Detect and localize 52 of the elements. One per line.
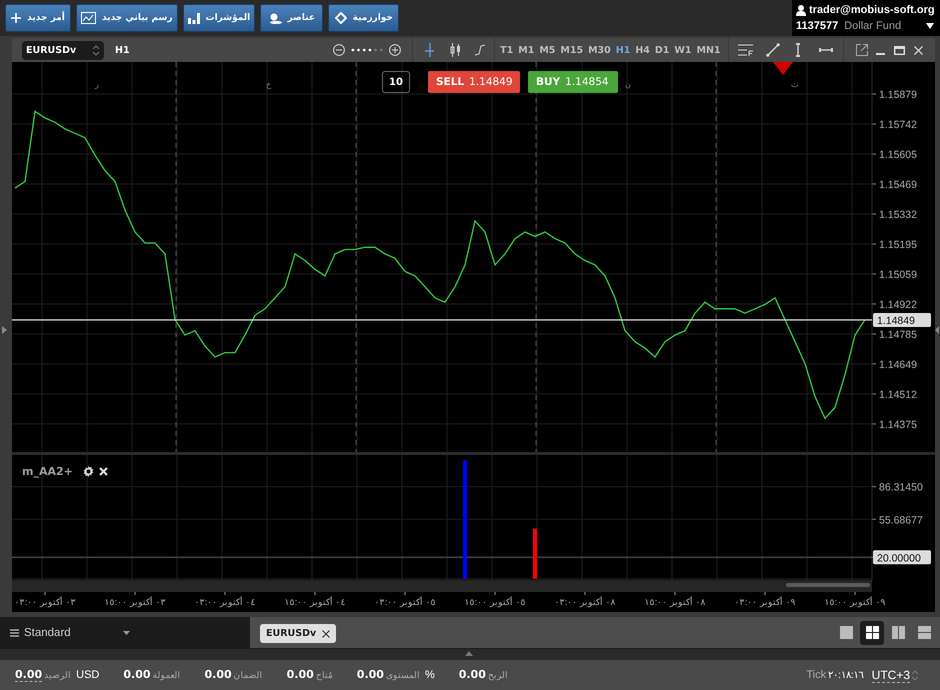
time-axis-label: ٠٣ أكتوبر ٠٣:٠٠ — [14, 597, 76, 607]
time-axis-label: ٠٩ أكتوبر ١٥:٠٠ — [824, 597, 886, 607]
axis-label: 1.14785 — [879, 329, 917, 341]
axis-label: 86.31450 — [879, 482, 923, 494]
axis-label: 55.68677 — [879, 514, 923, 526]
account-name: Dollar Fund — [844, 20, 902, 32]
axis-label: 1.15059 — [879, 268, 917, 281]
time-axis-label: ٠٨ أكتوبر ٠٣:٠٠ — [554, 597, 616, 607]
stat-value: 0.00 — [458, 668, 486, 681]
time-axis-label: ٠٨ أكتوبر ١٥:٠٠ — [644, 597, 706, 607]
day-marker: ر — [95, 80, 99, 89]
time-axis-label: ٠٤ أكتوبر ٠٣:٠٠ — [194, 597, 256, 607]
stat-label: الضمان — [234, 670, 263, 680]
axis-label: 1.14512 — [879, 388, 917, 401]
day-marker: ن — [625, 80, 631, 89]
axis-label: 1.14375 — [879, 418, 917, 431]
stat-value: 0.00 — [123, 668, 151, 681]
axis-label: 1.14922 — [879, 298, 917, 311]
stat-unit: % — [424, 669, 435, 681]
stat-label: الربح — [488, 670, 508, 680]
current-price-label: 1.14849 — [873, 312, 931, 327]
stat-value: 0.00 — [286, 668, 314, 681]
stat-value: 0.00 — [356, 668, 384, 681]
clock-label: Tick — [806, 669, 826, 681]
stat-label: المستوى — [386, 670, 420, 680]
stat-label: العمولة — [152, 670, 181, 680]
account-email: trader@mobius-soft.org — [809, 4, 935, 16]
day-marker: ث — [791, 80, 799, 89]
axis-label: 1.15742 — [879, 119, 917, 132]
period-label: H1 — [115, 44, 130, 56]
level-label: 20.00000 — [873, 550, 931, 564]
account-number: 1137577 — [796, 20, 838, 32]
axis-label: 1.15469 — [879, 178, 917, 191]
time-axis-label: ٠٤ أكتوبر ١٥:٠٠ — [284, 597, 346, 607]
y-tick-label: 20.00000 — [877, 552, 921, 564]
axis-label: 1.15195 — [879, 239, 917, 252]
stat-value: 0.00 — [204, 668, 232, 681]
time-axis-label: ٠٥ أكتوبر ١٥:٠٠ — [464, 597, 526, 607]
time-axis-label: ٠٣ أكتوبر ١٥:٠٠ — [104, 597, 166, 607]
time-axis-label: ٠٥ أكتوبر ٠٣:٠٠ — [374, 597, 436, 607]
axis-label: 1.15332 — [879, 209, 917, 221]
axis-label: 1.15605 — [879, 149, 917, 162]
axis-label: 1.15879 — [879, 89, 917, 102]
stat-unit: USD — [76, 669, 100, 681]
ref-line-label: 1.14849 — [877, 314, 916, 327]
axis-label: 1.14649 — [879, 358, 917, 371]
time-axis-label: ٠٩ أكتوبر ٠٣:٠٠ — [734, 597, 796, 607]
indicator-name: m_AA2+ — [22, 465, 73, 478]
stat-label: مُتاح — [316, 670, 333, 680]
stat-label: الرصيد — [44, 670, 72, 680]
clock-time: ٢٠:١٨:١٦ — [828, 669, 864, 681]
day-marker: خ — [266, 80, 271, 89]
